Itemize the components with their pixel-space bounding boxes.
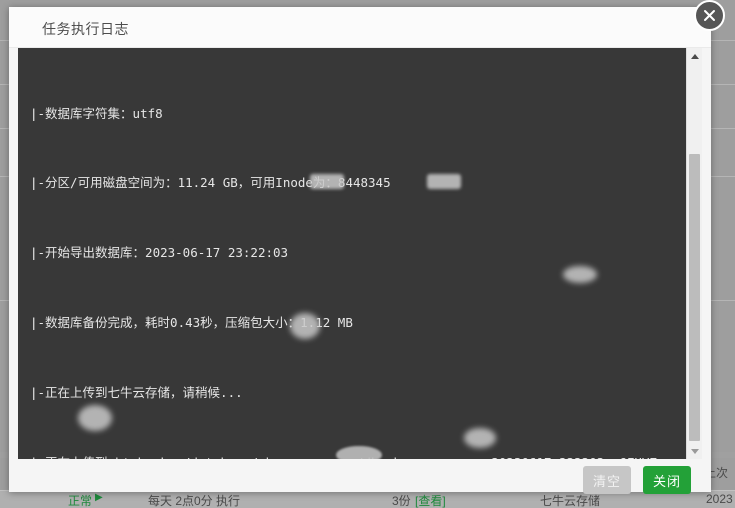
- background-cell-view-link[interactable]: [查看]: [415, 492, 446, 508]
- scrollbar-thumb[interactable]: [689, 154, 700, 441]
- background-cell-schedule: 每天 2点0分 执行: [148, 492, 240, 508]
- scrollbar-down-button[interactable]: [687, 443, 702, 459]
- redaction-blob: [78, 405, 112, 431]
- clear-log-button[interactable]: 清空: [583, 466, 631, 494]
- log-line: |-数据库字符集：utf8: [30, 102, 690, 125]
- background-cell-status: 正常: [68, 492, 92, 508]
- play-triangle-icon: ▶: [95, 492, 103, 503]
- close-modal-button[interactable]: 关闭: [643, 466, 691, 494]
- log-output-text: |-数据库字符集：utf8 |-分区/可用磁盘空间为：11.24 GB，可用In…: [18, 48, 690, 459]
- log-line: |-正在上传到七牛云存储，请稍候...: [30, 381, 690, 404]
- background-cell-storage: 七牛云存储: [540, 492, 600, 508]
- log-line: |-分区/可用磁盘空间为：11.24 GB，可用Inode为：8448345: [30, 171, 690, 194]
- background-cell-lasttime: 2023: [706, 492, 733, 506]
- triangle-down-icon: [691, 449, 699, 454]
- console-resize-handle[interactable]: [336, 446, 382, 459]
- log-scrollbar[interactable]: [686, 48, 702, 459]
- log-line: |-数据库备份完成，耗时0.43秒，压缩包大小：1.12 MB: [30, 311, 690, 334]
- redaction-blob: [563, 266, 597, 283]
- scrollbar-up-button[interactable]: [687, 48, 702, 64]
- redaction-blob: [464, 428, 496, 448]
- task-log-modal: 任务执行日志 |-数据库字符集：utf8 |-分区/可用磁盘空间为：11.24 …: [9, 7, 711, 492]
- close-icon[interactable]: [694, 0, 725, 31]
- log-line: |-开始导出数据库：2023-06-17 23:22:03: [30, 241, 690, 264]
- modal-title: 任务执行日志: [42, 19, 129, 39]
- log-console[interactable]: |-数据库字符集：utf8 |-分区/可用磁盘空间为：11.24 GB，可用In…: [18, 48, 702, 459]
- modal-header: 任务执行日志: [9, 7, 711, 48]
- triangle-up-icon: [691, 54, 699, 59]
- modal-footer: 清空 关闭: [9, 459, 711, 492]
- background-cell-keepcount: 3份: [392, 492, 411, 508]
